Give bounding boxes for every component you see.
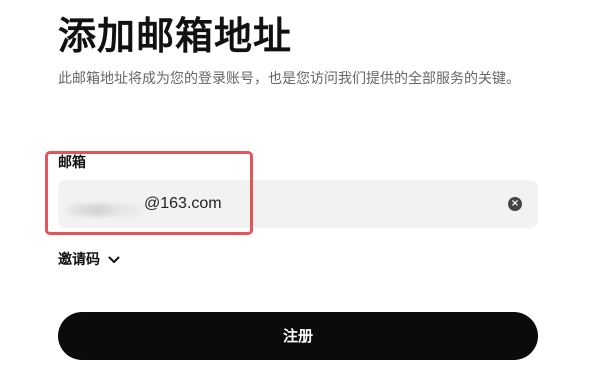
invite-code-label: 邀请码 — [58, 252, 100, 268]
email-label: 邮箱 — [58, 155, 86, 171]
chevron-down-icon — [108, 256, 120, 263]
page-title: 添加邮箱地址 — [58, 14, 293, 58]
clear-circle-icon[interactable]: × — [508, 197, 522, 211]
redacted-email-prefix — [66, 204, 144, 216]
email-field[interactable]: @163.com × — [58, 180, 538, 228]
page-subtitle: 此邮箱地址将成为您的登录账号，也是您访问我们提供的全部服务的关键。 — [58, 71, 520, 87]
register-button[interactable]: 注册 — [58, 312, 538, 360]
email-value[interactable]: @163.com — [144, 194, 222, 214]
invite-code-toggle[interactable]: 邀请码 — [58, 250, 120, 270]
